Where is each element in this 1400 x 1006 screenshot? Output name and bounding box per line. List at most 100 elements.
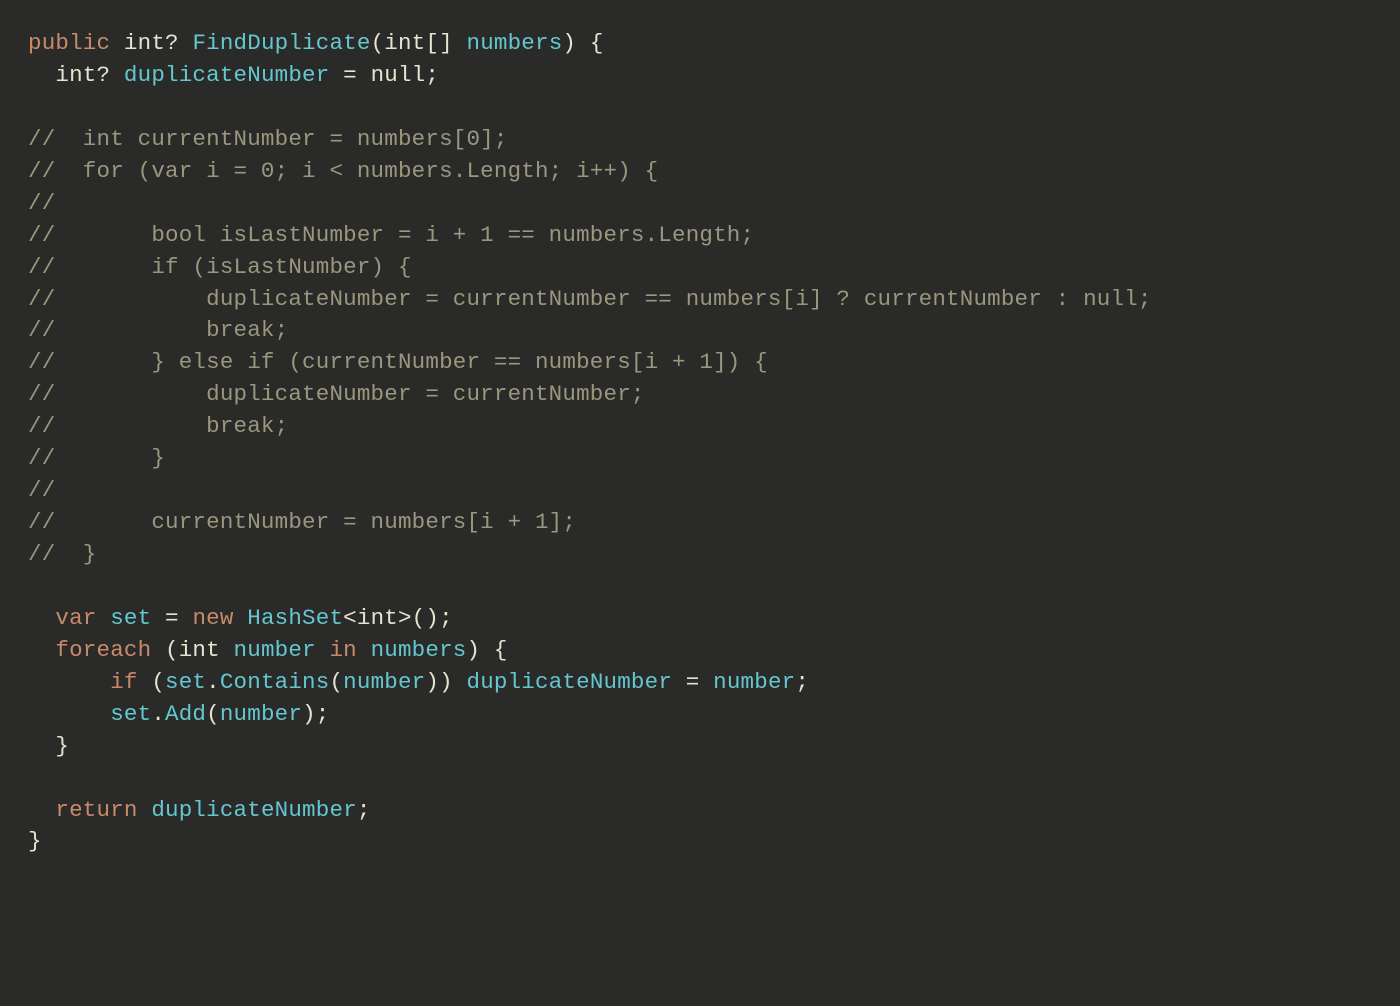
code-line: // if (isLastNumber) {	[28, 254, 412, 280]
code-token-punct: ))	[425, 669, 466, 695]
code-token-type: int	[357, 605, 398, 631]
code-line: // bool isLastNumber = i + 1 == numbers.…	[28, 222, 754, 248]
code-line: int? duplicateNumber = null;	[28, 62, 439, 88]
code-token-punct	[357, 62, 371, 88]
code-token-punct: }	[28, 733, 69, 759]
code-token-punct: ) {	[562, 30, 603, 56]
code-line: var set = new HashSet<int>();	[28, 605, 453, 631]
code-token-kw: var	[55, 605, 96, 631]
code-token-punct	[453, 30, 467, 56]
code-line: // }	[28, 445, 165, 471]
code-token-punct	[97, 605, 111, 631]
code-line: //	[28, 190, 55, 216]
code-token-comment: // }	[28, 445, 165, 471]
code-token-ident: duplicateNumber	[467, 669, 673, 695]
code-token-lit: null	[371, 62, 426, 88]
code-token-ident: number	[234, 637, 316, 663]
code-token-punct: (	[138, 669, 165, 695]
code-token-punct	[28, 669, 110, 695]
code-token-comment: //	[28, 477, 55, 503]
code-token-type: int	[179, 637, 220, 663]
code-token-punct	[234, 605, 248, 631]
code-token-comment: // break;	[28, 317, 288, 343]
code-token-kw: return	[55, 797, 137, 823]
code-line: // duplicateNumber = currentNumber;	[28, 381, 645, 407]
code-line: set.Add(number);	[28, 701, 329, 727]
code-token-punct	[28, 605, 55, 631]
code-line: // } else if (currentNumber == numbers[i…	[28, 349, 768, 375]
code-line: // int currentNumber = numbers[0];	[28, 126, 508, 152]
code-token-comment: // } else if (currentNumber == numbers[i…	[28, 349, 768, 375]
code-token-ident: set	[165, 669, 206, 695]
code-token-punct	[179, 30, 193, 56]
code-token-ident: duplicateNumber	[124, 62, 330, 88]
code-token-punct	[110, 30, 124, 56]
code-token-punct	[28, 797, 55, 823]
code-token-kw: foreach	[55, 637, 151, 663]
code-line: foreach (int number in numbers) {	[28, 637, 508, 663]
code-token-type: int[]	[384, 30, 453, 56]
code-token-punct: (	[371, 30, 385, 56]
code-token-punct: .	[206, 669, 220, 695]
code-token-comment: // int currentNumber = numbers[0];	[28, 126, 508, 152]
code-line: }	[28, 733, 69, 759]
code-token-ident: number	[713, 669, 795, 695]
code-token-punct	[110, 62, 124, 88]
code-token-func: FindDuplicate	[192, 30, 370, 56]
code-line: return duplicateNumber;	[28, 797, 371, 823]
code-line: // }	[28, 541, 97, 567]
code-token-comment: // for (var i = 0; i < numbers.Length; i…	[28, 158, 658, 184]
code-token-punct: );	[302, 701, 329, 727]
code-token-punct	[672, 669, 686, 695]
code-token-type: int?	[55, 62, 110, 88]
code-line: if (set.Contains(number)) duplicateNumbe…	[28, 669, 809, 695]
code-token-func: Contains	[220, 669, 330, 695]
code-line: // break;	[28, 317, 288, 343]
code-token-punct: (	[151, 637, 178, 663]
code-token-punct: }	[28, 828, 42, 854]
code-token-op: =	[165, 605, 179, 631]
code-token-punct: ) {	[467, 637, 508, 663]
code-token-op: =	[343, 62, 357, 88]
code-line: // duplicateNumber = currentNumber == nu…	[28, 286, 1152, 312]
code-token-kw: in	[329, 637, 356, 663]
code-token-comment: // duplicateNumber = currentNumber;	[28, 381, 645, 407]
code-line: // currentNumber = numbers[i + 1];	[28, 509, 576, 535]
code-token-comment: // currentNumber = numbers[i + 1];	[28, 509, 576, 535]
code-token-ident: numbers	[371, 637, 467, 663]
code-token-kw: public	[28, 30, 110, 56]
code-token-punct: .	[151, 701, 165, 727]
code-line: // break;	[28, 413, 288, 439]
code-token-func: Add	[165, 701, 206, 727]
code-token-punct	[357, 637, 371, 663]
code-token-func: HashSet	[247, 605, 343, 631]
code-block: public int? FindDuplicate(int[] numbers)…	[0, 0, 1400, 886]
code-token-punct: (	[329, 669, 343, 695]
code-token-punct: ;	[795, 669, 809, 695]
code-token-ident: set	[110, 701, 151, 727]
code-token-punct: >();	[398, 605, 453, 631]
code-token-punct	[316, 637, 330, 663]
code-token-punct: ;	[357, 797, 371, 823]
code-token-punct	[138, 797, 152, 823]
code-token-punct: ;	[425, 62, 439, 88]
code-token-punct: (	[206, 701, 220, 727]
code-token-ident: set	[110, 605, 151, 631]
code-token-punct	[220, 637, 234, 663]
code-line: // for (var i = 0; i < numbers.Length; i…	[28, 158, 658, 184]
code-token-ident: number	[220, 701, 302, 727]
code-token-punct: <	[343, 605, 357, 631]
code-token-type: int?	[124, 30, 179, 56]
code-token-punct	[151, 605, 165, 631]
code-token-comment: // }	[28, 541, 97, 567]
code-token-punct	[28, 62, 55, 88]
code-token-ident: number	[343, 669, 425, 695]
code-token-op: =	[686, 669, 700, 695]
code-token-punct	[329, 62, 343, 88]
code-token-ident: duplicateNumber	[151, 797, 357, 823]
code-token-comment: // duplicateNumber = currentNumber == nu…	[28, 286, 1152, 312]
code-token-comment: // if (isLastNumber) {	[28, 254, 412, 280]
code-token-kw: new	[192, 605, 233, 631]
code-token-punct	[699, 669, 713, 695]
code-token-kw: if	[110, 669, 137, 695]
